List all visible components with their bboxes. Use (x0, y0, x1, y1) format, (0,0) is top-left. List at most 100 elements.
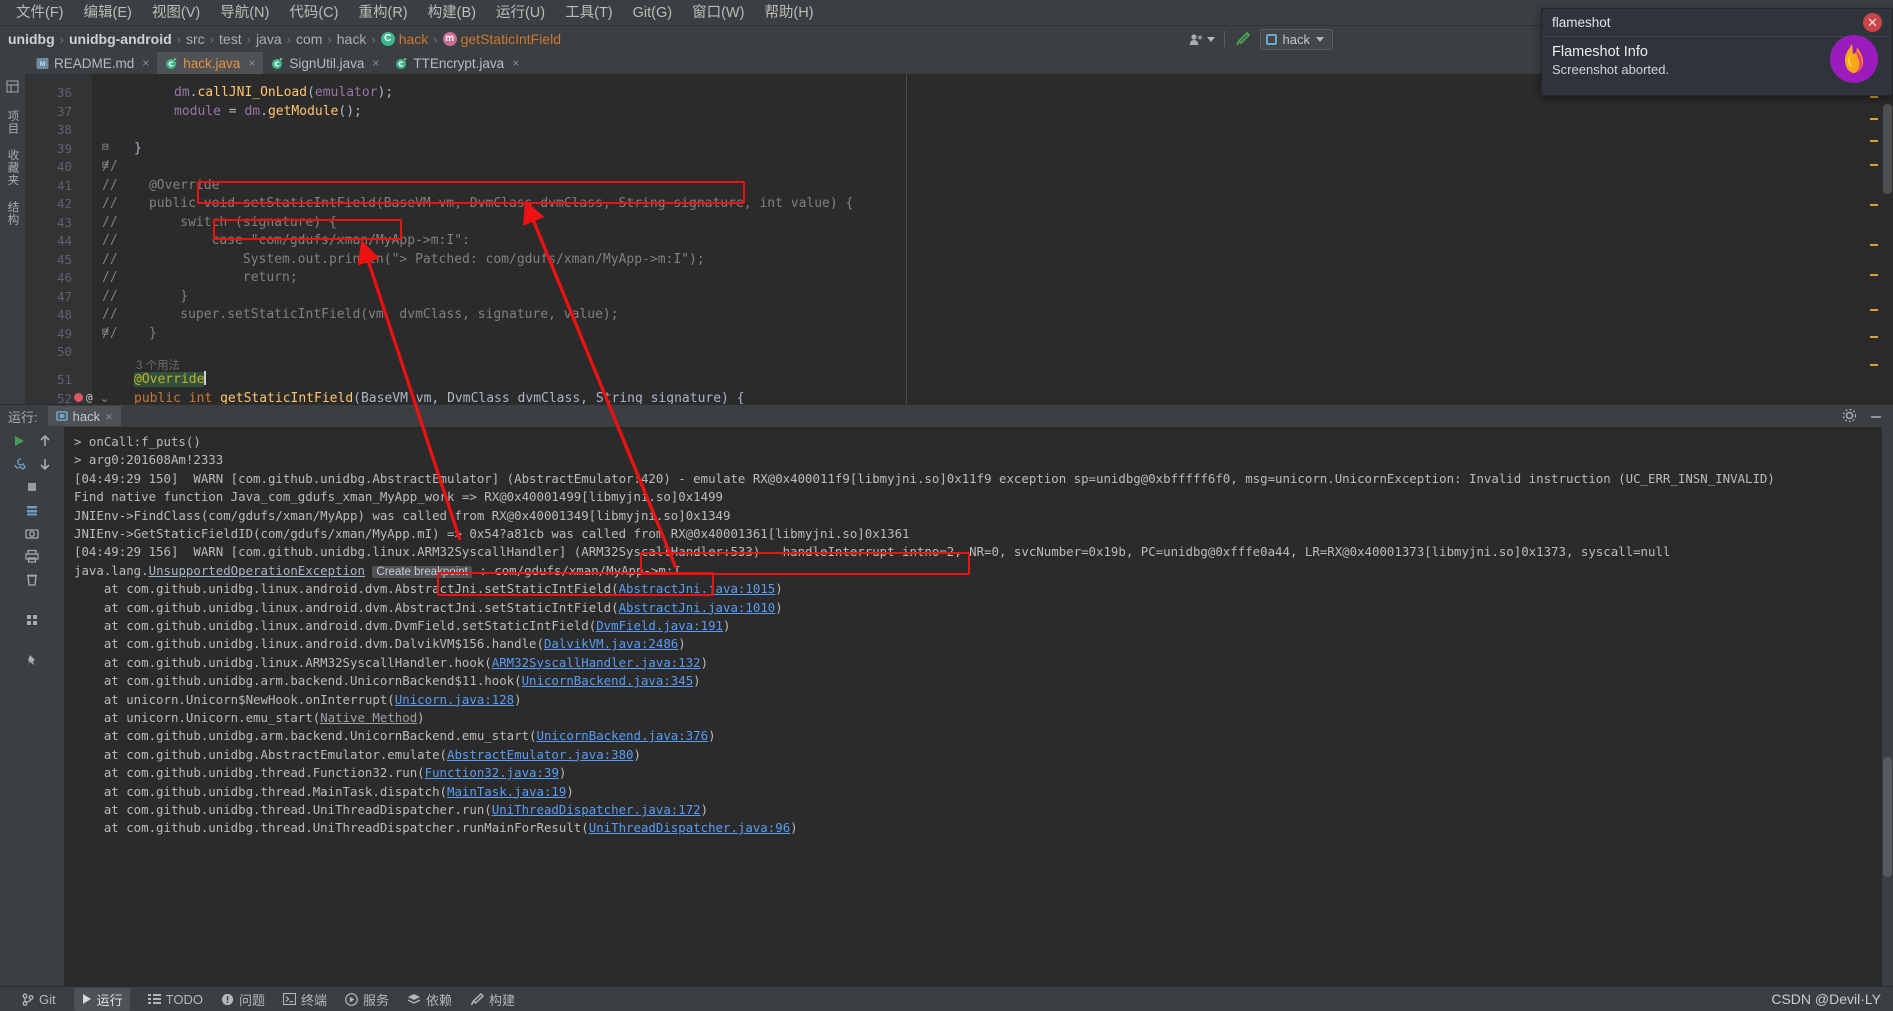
run-icon[interactable] (12, 434, 26, 451)
fold-marker-icon[interactable]: ⊟ (102, 158, 109, 171)
menu-item-help[interactable]: 帮助(H) (754, 1, 823, 25)
stack-frame-text: at com.github.unidbg.arm.backend.Unicorn… (74, 673, 522, 689)
breadcrumb-item-unidbg-android[interactable]: unidbg-android (69, 31, 172, 47)
stop-icon[interactable] (25, 480, 39, 497)
stack-frame-text: at com.github.unidbg.linux.ARM32SyscallH… (74, 654, 492, 670)
menu-item-code[interactable]: 代码(C) (279, 1, 348, 25)
menu-item-git[interactable]: Git(G) (623, 1, 682, 25)
menu-item-edit[interactable]: 编辑(E) (74, 1, 142, 25)
override-gutter-icon[interactable]: @ (86, 391, 93, 404)
stack-frame-link[interactable]: Function32.java:39 (425, 765, 559, 780)
stack-frame-link[interactable]: MainTask.java:19 (447, 784, 566, 799)
sidebar-item-structure[interactable]: 结构 (5, 201, 21, 226)
stack-frame-link[interactable]: UnicornBackend.java:345 (522, 673, 694, 688)
grid-icon[interactable] (25, 613, 39, 630)
layers-icon[interactable] (25, 503, 39, 520)
menu-item-view[interactable]: 视图(V) (142, 1, 210, 25)
down-arrow-icon[interactable] (38, 457, 52, 474)
run-configuration-selector[interactable]: hack (1259, 28, 1333, 50)
stack-frame-link[interactable]: AbstractJni.java:1015 (619, 581, 776, 596)
run-console-output[interactable]: > onCall:f_puts() > arg0:201608Am!2333 [… (64, 427, 1893, 987)
fold-marker-icon[interactable]: ⊟ (102, 140, 109, 153)
close-icon[interactable]: ✕ (1863, 13, 1882, 32)
stack-frame-link[interactable]: Native Method (320, 710, 417, 725)
flameshot-notification[interactable]: flameshot ✕ Flameshot Info Screenshot ab… (1541, 8, 1893, 96)
console-scrollbar-thumb[interactable] (1883, 757, 1892, 877)
console-scrollbar[interactable] (1882, 427, 1893, 987)
trash-icon[interactable] (25, 572, 39, 589)
terminal-icon (282, 993, 296, 1005)
menu-item-navigate[interactable]: 导航(N) (210, 1, 279, 25)
menu-item-build[interactable]: 构建(B) (418, 1, 486, 25)
status-item-build[interactable]: 构建 (470, 990, 515, 1009)
breadcrumb-item-java[interactable]: java (256, 31, 282, 47)
tab-ttencrypt-java[interactable]: C TTEncrypt.java × (387, 52, 527, 74)
tab-label: README.md (54, 55, 135, 71)
tab-signutil-java[interactable]: C SignUtil.java × (263, 52, 387, 74)
menu-item-tools[interactable]: 工具(T) (555, 1, 623, 25)
run-panel-header-actions (1842, 408, 1883, 423)
fold-marker-icon[interactable]: ⌄ (100, 392, 109, 404)
sidebar-item-project[interactable]: 项目 (5, 110, 21, 135)
stack-frame-link[interactable]: AbstractEmulator.java:380 (447, 747, 634, 762)
menu-item-run[interactable]: 运行(U) (486, 1, 555, 25)
editor-scrollbar[interactable] (1881, 74, 1893, 404)
close-icon[interactable]: × (512, 56, 519, 70)
breadcrumb-item-com[interactable]: com (296, 31, 322, 47)
run-panel-label: 运行: (8, 409, 38, 425)
exception-type-link[interactable]: UnsupportedOperationException (149, 563, 365, 578)
wrench-icon[interactable] (12, 457, 26, 474)
print-icon[interactable] (25, 549, 39, 566)
breadcrumb-item-test[interactable]: test (219, 31, 242, 47)
status-item-dependencies[interactable]: 依赖 (407, 990, 452, 1009)
up-arrow-icon[interactable] (38, 434, 52, 451)
camera-icon[interactable] (25, 526, 39, 543)
tab-hack-java[interactable]: C hack.java × (157, 52, 264, 74)
breadcrumb-item-method[interactable]: getStaticIntField (461, 31, 561, 47)
close-icon[interactable]: × (142, 56, 149, 70)
minimize-icon[interactable] (1869, 409, 1883, 423)
stack-frame-link[interactable]: DvmField.java:191 (596, 618, 723, 633)
stack-frame-link[interactable]: UnicornBackend.java:376 (537, 728, 709, 743)
editor-scrollbar-thumb[interactable] (1883, 104, 1892, 194)
breakpoint-icon[interactable] (74, 393, 83, 402)
status-item-terminal[interactable]: 终端 (282, 990, 327, 1009)
breadcrumb-item-unidbg[interactable]: unidbg (8, 31, 55, 47)
java-class-icon: C (165, 57, 178, 70)
menu-item-refactor[interactable]: 重构(R) (348, 1, 417, 25)
stack-frame-text: at com.github.unidbg.linux.android.dvm.A… (74, 599, 619, 615)
menu-item-window[interactable]: 窗口(W) (682, 1, 754, 25)
stack-frame-tail: ) (700, 654, 709, 670)
project-panel-icon[interactable] (6, 80, 19, 96)
stack-frame-link[interactable]: AbstractJni.java:1010 (619, 600, 776, 615)
stack-frame-link[interactable]: Unicorn.java:128 (395, 692, 514, 707)
tab-readme[interactable]: M README.md × (28, 52, 157, 74)
breadcrumb-item-hack-class[interactable]: hack (399, 31, 429, 47)
run-panel-tab[interactable]: hack × (47, 406, 121, 426)
sidebar-item-favorites[interactable]: 收藏夹 (5, 149, 21, 187)
editor-code-area[interactable]: 36 dm.callJNI_OnLoad(emulator); 37 modul… (26, 74, 1893, 404)
stack-frame-link[interactable]: UniThreadDispatcher.java:172 (492, 802, 701, 817)
status-item-services[interactable]: 服务 (345, 990, 389, 1009)
status-item-run[interactable]: 运行 (73, 987, 130, 1011)
settings-gear-icon[interactable] (1842, 408, 1857, 423)
people-icon[interactable] (1189, 33, 1215, 46)
close-icon[interactable]: × (248, 56, 255, 70)
create-breakpoint-chip[interactable]: Create breakpoint (372, 565, 472, 578)
stack-frame-link[interactable]: UniThreadDispatcher.java:96 (589, 820, 790, 835)
breadcrumb-item-hack-pkg[interactable]: hack (337, 31, 367, 47)
close-icon[interactable]: × (372, 56, 379, 70)
editor-error-stripe[interactable] (1870, 74, 1881, 404)
status-item-problems[interactable]: 问题 (221, 990, 265, 1009)
status-item-git[interactable]: Git (22, 992, 56, 1007)
build-hammer-icon[interactable] (1234, 31, 1251, 48)
fold-marker-icon[interactable]: ⊟ (102, 325, 109, 338)
code-editor[interactable]: 36 dm.callJNI_OnLoad(emulator); 37 modul… (26, 74, 1893, 404)
menu-item-file[interactable]: 文件(F) (6, 1, 74, 25)
status-item-todo[interactable]: TODO (147, 992, 203, 1007)
stack-frame-link[interactable]: DalvikVM.java:2486 (544, 636, 678, 651)
stack-frame-link[interactable]: ARM32SyscallHandler.java:132 (492, 655, 701, 670)
breadcrumb-item-src[interactable]: src (186, 31, 205, 47)
close-icon[interactable]: × (105, 409, 113, 424)
pin-icon[interactable] (25, 654, 39, 671)
